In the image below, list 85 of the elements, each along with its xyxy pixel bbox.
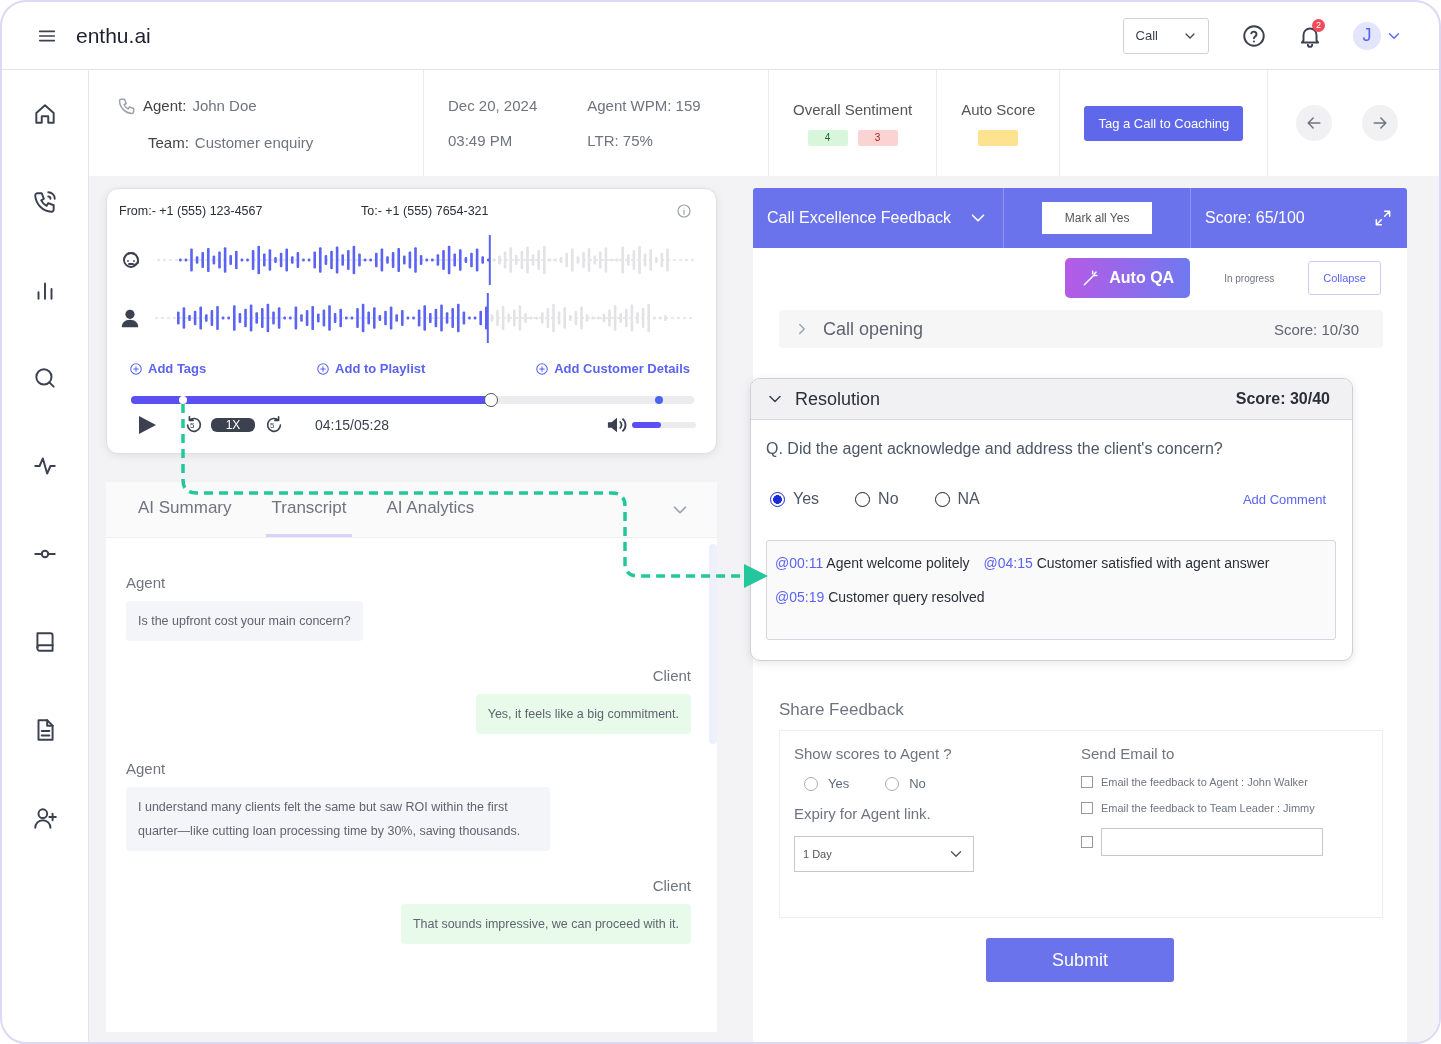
timestamped-comment[interactable]: @05:19 Customer query resolved bbox=[775, 589, 985, 605]
phone-call-icon[interactable] bbox=[32, 189, 58, 215]
auto-score-chip bbox=[978, 129, 1019, 146]
radio-option[interactable]: Yes bbox=[804, 776, 850, 791]
comment-marker-icon[interactable] bbox=[179, 396, 187, 404]
message-bubble: I understand many clients felt the same but saw ROI within the first quarter—like cutting loan processing time by 30%, saving thousands. bbox=[126, 787, 550, 851]
radio-option[interactable]: No bbox=[885, 776, 926, 791]
speaker-label: Client bbox=[652, 667, 691, 684]
auto-qa-button[interactable]: Auto QA bbox=[1065, 258, 1191, 298]
action-link[interactable]: Add Customer Details bbox=[535, 361, 690, 376]
submit-button[interactable]: Submit bbox=[986, 938, 1174, 982]
add-icon bbox=[316, 361, 331, 376]
volume-slider[interactable] bbox=[632, 422, 696, 428]
home-icon[interactable] bbox=[32, 101, 58, 127]
checkbox[interactable] bbox=[1081, 836, 1093, 848]
notification-count: 2 bbox=[1312, 18, 1325, 32]
agent-name: John Doe bbox=[192, 97, 257, 114]
sentiment-label: Overall Sentiment bbox=[793, 100, 913, 118]
timestamped-comment[interactable]: @04:15 Customer satisfied with agent answer bbox=[983, 555, 1270, 571]
speaker-label: Agent bbox=[126, 574, 166, 591]
checkbox-option[interactable]: Email the feedback to Team Leader : Jimmy bbox=[1081, 802, 1368, 814]
auto-score-label: Auto Score bbox=[961, 100, 1036, 118]
team-label: Team: bbox=[148, 133, 189, 151]
play-icon[interactable] bbox=[137, 415, 157, 435]
panel-tab[interactable]: AI Summary bbox=[132, 482, 238, 537]
mark-all-yes-button[interactable]: Mark all Yes bbox=[1042, 202, 1153, 234]
field-label: Send Email to bbox=[1081, 745, 1176, 762]
add-icon bbox=[129, 361, 143, 376]
agent-wpm: Agent WPM: 159 bbox=[587, 97, 701, 114]
playback-time: 04:15/05:28 bbox=[315, 417, 389, 433]
negative-sentiment-count: 3 bbox=[857, 129, 898, 146]
scrollbar[interactable] bbox=[709, 544, 717, 744]
radio-option[interactable]: NA bbox=[934, 490, 980, 508]
expiry-dropdown[interactable]: 1 Day bbox=[794, 836, 974, 872]
message-bubble: That sounds impressive, we can proceed with it. bbox=[400, 904, 691, 944]
field-label: Expiry for Agent link. bbox=[794, 805, 932, 822]
field-label: Show scores to Agent ? bbox=[794, 745, 953, 762]
logo-text: enthu.ai bbox=[76, 23, 151, 48]
qa-status-text: In progress bbox=[1224, 272, 1275, 284]
ltr-value: LTR: 75% bbox=[587, 132, 654, 149]
comment-marker-icon[interactable] bbox=[655, 396, 663, 404]
message-bubble: Yes, it feels like a big commitment. bbox=[475, 694, 691, 734]
timestamped-comment[interactable]: @00:11 Agent welcome politely bbox=[775, 555, 970, 571]
team-name: Customer enquiry bbox=[194, 133, 314, 151]
email-input-field[interactable] bbox=[1101, 828, 1323, 856]
call-type-dropdown[interactable]: Call bbox=[1122, 17, 1209, 54]
speaker-icon[interactable] bbox=[606, 415, 628, 435]
customer-silhouette-icon bbox=[119, 307, 141, 329]
add-icon bbox=[535, 361, 550, 376]
criteria-row[interactable]: Call opening Score: 10/30 bbox=[779, 310, 1383, 348]
agent-label: Agent: bbox=[143, 97, 187, 114]
message-bubble: Is the upfront cost your main concern? bbox=[126, 601, 363, 641]
help-icon[interactable] bbox=[1241, 22, 1267, 49]
call-date: Dec 20, 2024 bbox=[448, 97, 538, 114]
panel-tab[interactable]: Transcript bbox=[265, 482, 353, 537]
positive-sentiment-count: 4 bbox=[807, 129, 848, 146]
speaker-label: Agent bbox=[126, 760, 166, 777]
user-avatar[interactable]: J bbox=[1353, 21, 1381, 50]
radio-option[interactable]: Yes bbox=[770, 490, 820, 508]
panel-tab[interactable]: AI Analytics bbox=[380, 482, 481, 537]
rewind-button[interactable]: 5 bbox=[183, 414, 205, 436]
checkbox-option[interactable]: Email the feedback to Agent : John Walker bbox=[1081, 776, 1368, 788]
forward-button[interactable]: 5 bbox=[263, 414, 285, 436]
expand-icon[interactable] bbox=[1373, 208, 1393, 228]
action-link[interactable]: Add Tags bbox=[129, 361, 207, 376]
add-comment-link[interactable]: Add Comment bbox=[1242, 491, 1326, 507]
radio-option[interactable]: No bbox=[855, 490, 899, 508]
call-time: 03:49 PM bbox=[448, 132, 514, 149]
caller-number: From:- +1 (555) 123-4567 bbox=[119, 204, 264, 218]
question-text: Q. Did the agent acknowledge and address the client's concern? bbox=[766, 440, 1224, 458]
coaching-button[interactable]: Tag a Call to Coaching bbox=[1084, 105, 1244, 141]
section-title: Share Feedback bbox=[779, 700, 905, 720]
resolution-header[interactable]: Resolution Score: 30/40 bbox=[751, 379, 1352, 420]
speaker-label: Client bbox=[652, 877, 691, 894]
next-button[interactable] bbox=[1362, 105, 1399, 141]
total-score: Score: 65/100 bbox=[1205, 209, 1305, 227]
previous-button[interactable] bbox=[1296, 105, 1333, 141]
progress-thumb[interactable] bbox=[484, 393, 499, 407]
search-icon[interactable] bbox=[32, 365, 58, 391]
callee-number: To:- +1 (555) 7654-321 bbox=[361, 204, 490, 218]
action-link[interactable]: Add to Playlist bbox=[316, 361, 426, 376]
collapse-button[interactable]: Collapse bbox=[1308, 261, 1381, 295]
playback-speed-button[interactable]: 1X bbox=[211, 418, 255, 432]
feedback-form-title: Call Excellence Feedback bbox=[767, 209, 952, 227]
add-user-icon[interactable] bbox=[32, 805, 58, 831]
